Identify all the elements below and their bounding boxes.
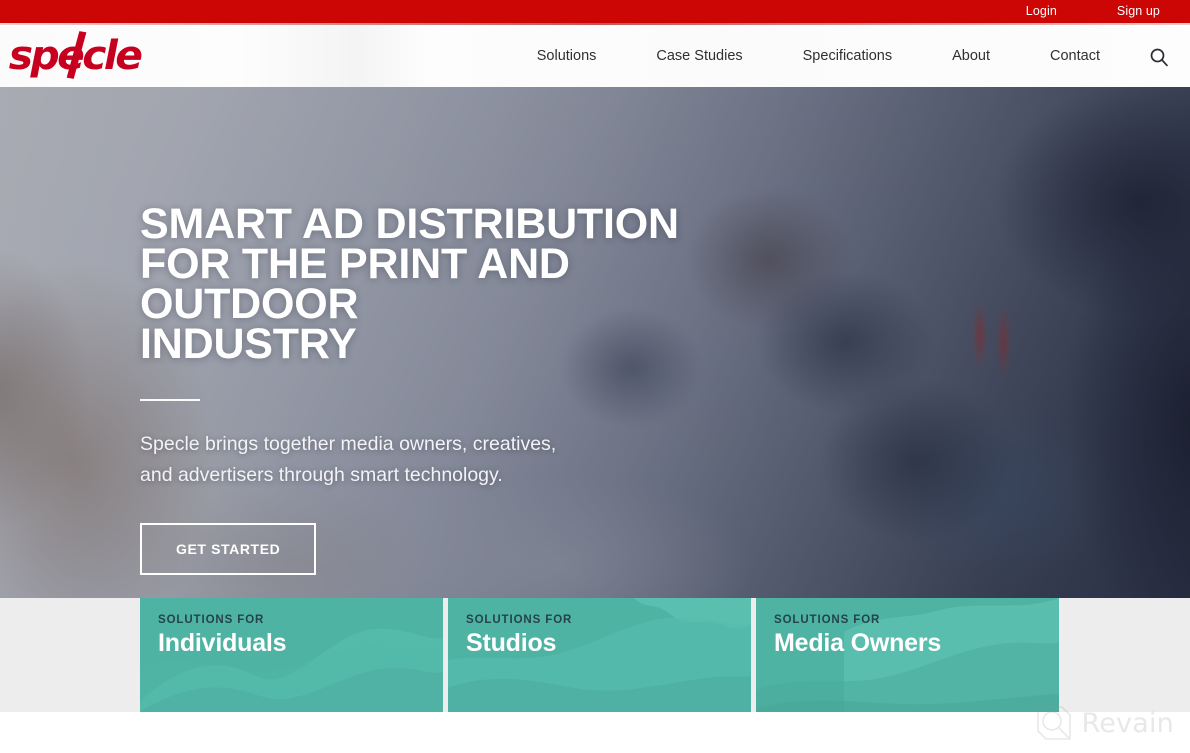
nav-item-contact[interactable]: Contact bbox=[1020, 25, 1130, 87]
page-root: Login Sign up specle Solutions Case Stud… bbox=[0, 0, 1190, 753]
hero-title-line-3: INDUSTRY bbox=[140, 320, 357, 368]
card-kicker: SOLUTIONS FOR bbox=[158, 614, 265, 626]
hero-subtitle-line-1: Specle brings together media owners, cre… bbox=[140, 433, 557, 455]
solutions-card-studios[interactable]: SOLUTIONS FOR Studios bbox=[448, 598, 751, 712]
utility-bar: Login Sign up bbox=[0, 0, 1190, 23]
card-content: SOLUTIONS FOR Studios bbox=[448, 598, 751, 658]
nav-item-specifications[interactable]: Specifications bbox=[773, 25, 922, 87]
site-header: specle Solutions Case Studies Specificat… bbox=[0, 25, 1190, 87]
get-started-button[interactable]: GET STARTED bbox=[140, 523, 317, 575]
hero-section: SMART AD DISTRIBUTION FOR THE PRINT AND … bbox=[0, 87, 1190, 598]
revain-watermark: Revain bbox=[1036, 705, 1175, 741]
nav-item-about[interactable]: About bbox=[922, 25, 1020, 87]
card-title: Studios bbox=[466, 629, 557, 657]
nav-item-solutions[interactable]: Solutions bbox=[507, 25, 627, 87]
hero-content: SMART AD DISTRIBUTION FOR THE PRINT AND … bbox=[140, 87, 750, 575]
solutions-card-list: SOLUTIONS FOR Individuals SOLUTIONS FOR … bbox=[140, 598, 1059, 712]
hero-subtitle: Specle brings together media owners, cre… bbox=[140, 429, 560, 491]
login-link[interactable]: Login bbox=[1026, 5, 1057, 18]
revain-watermark-label: Revain bbox=[1081, 707, 1174, 739]
main-navigation: Solutions Case Studies Specifications Ab… bbox=[507, 25, 1130, 87]
hero-subtitle-line-2: and advertisers through smart technology… bbox=[140, 464, 503, 486]
card-content: SOLUTIONS FOR Individuals bbox=[140, 598, 443, 658]
hero-title: SMART AD DISTRIBUTION FOR THE PRINT AND … bbox=[140, 203, 750, 366]
card-content: SOLUTIONS FOR Media Owners bbox=[756, 598, 1059, 658]
solutions-card-media-owners[interactable]: SOLUTIONS FOR Media Owners bbox=[756, 598, 1059, 712]
card-kicker: SOLUTIONS FOR bbox=[774, 614, 881, 626]
solutions-card-individuals[interactable]: SOLUTIONS FOR Individuals bbox=[140, 598, 443, 712]
card-title: Media Owners bbox=[774, 629, 942, 657]
card-title: Individuals bbox=[158, 629, 287, 657]
site-logo[interactable]: specle bbox=[9, 31, 143, 79]
card-kicker: SOLUTIONS FOR bbox=[466, 614, 573, 626]
signup-link[interactable]: Sign up bbox=[1117, 5, 1160, 18]
hero-title-line-2: FOR THE PRINT AND OUTDOOR bbox=[140, 240, 570, 328]
revain-logo-icon bbox=[1036, 706, 1071, 740]
nav-item-case-studies[interactable]: Case Studies bbox=[626, 25, 772, 87]
hero-divider bbox=[140, 399, 200, 401]
search-icon[interactable] bbox=[1146, 44, 1172, 70]
